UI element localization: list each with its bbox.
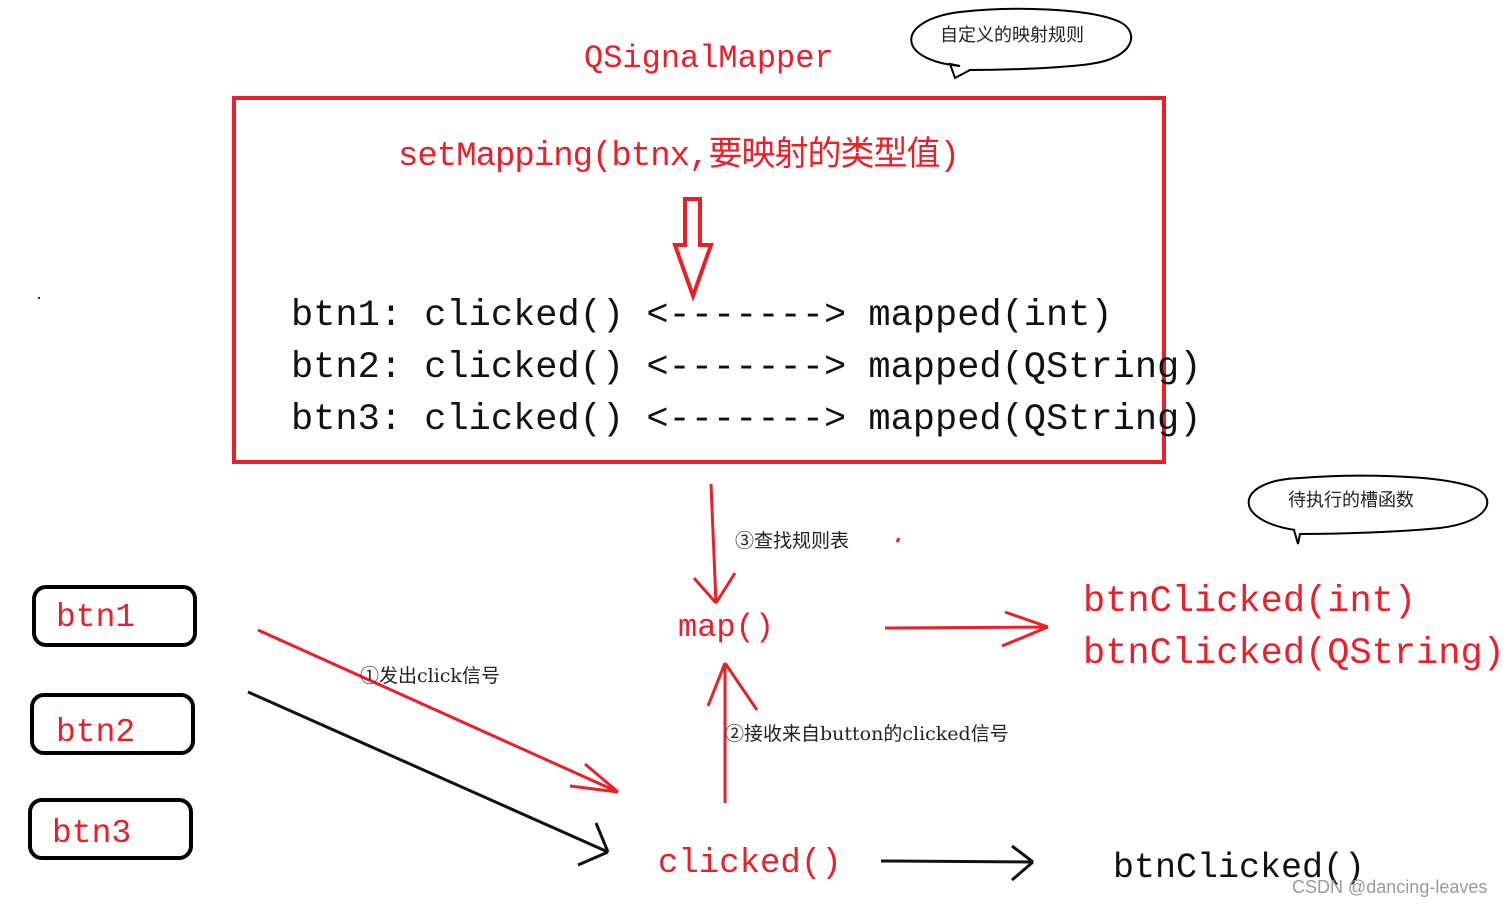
step3-label: ③查找规则表	[735, 530, 850, 552]
rule-mapped: mapped(int)	[868, 295, 1113, 337]
arrow-lookup-rules	[692, 483, 737, 604]
rule-signal: clicked()	[424, 347, 625, 389]
rule-row: btn3: clicked() <-------> mapped(QString…	[291, 402, 1201, 439]
diagram-canvas	[28, 7, 1489, 882]
slot-int: btnClicked(int)	[1083, 581, 1417, 623]
clicked-function: clicked()	[658, 845, 842, 883]
bubble-right-text: 待执行的槽函数	[1288, 490, 1414, 511]
stray-red-tick	[895, 537, 901, 543]
rule-sender: btn2:	[291, 347, 403, 389]
rule-signal: clicked()	[424, 399, 625, 441]
stray-dot	[38, 297, 40, 299]
step2-label: ②接收来自button的clicked信号	[725, 723, 1009, 745]
rule-signal: clicked()	[424, 295, 625, 337]
rule-arrow: <------->	[646, 399, 847, 441]
arrow-emit-click-red	[257, 628, 619, 794]
rule-row: btn2: clicked() <-------> mapped(QString…	[291, 350, 1201, 387]
rule-row: btn1: clicked() <-------> mapped(int)	[291, 298, 1113, 335]
rule-sender: btn3:	[291, 399, 403, 441]
hollow-down-arrow	[672, 197, 714, 303]
map-function: map()	[678, 609, 775, 646]
rule-mapped: mapped(QString)	[868, 399, 1202, 441]
rule-arrow: <------->	[646, 295, 847, 337]
arrow-clicked-to-slot	[880, 844, 1034, 882]
btn3-label[interactable]: btn3	[52, 817, 131, 850]
slot-qstring: btnClicked(QString)	[1083, 633, 1505, 675]
btn2-label[interactable]: btn2	[56, 716, 135, 749]
btn1-label[interactable]: btn1	[56, 601, 135, 634]
set-mapping-text: setMapping(btnx,要映射的类型值)	[398, 138, 960, 176]
rule-mapped: mapped(QString)	[868, 347, 1202, 389]
step1-label: ①发出click信号	[360, 665, 500, 687]
arrow-emit-click-black	[247, 690, 610, 867]
arrow-map-to-slots	[884, 610, 1049, 648]
watermark: CSDN @dancing-leaves	[1292, 877, 1488, 897]
rule-sender: btn1:	[291, 295, 403, 337]
diagram-title: QSignalMapper	[584, 40, 834, 77]
bubble-top-text: 自定义的映射规则	[940, 25, 1084, 46]
rule-arrow: <------->	[646, 347, 847, 389]
